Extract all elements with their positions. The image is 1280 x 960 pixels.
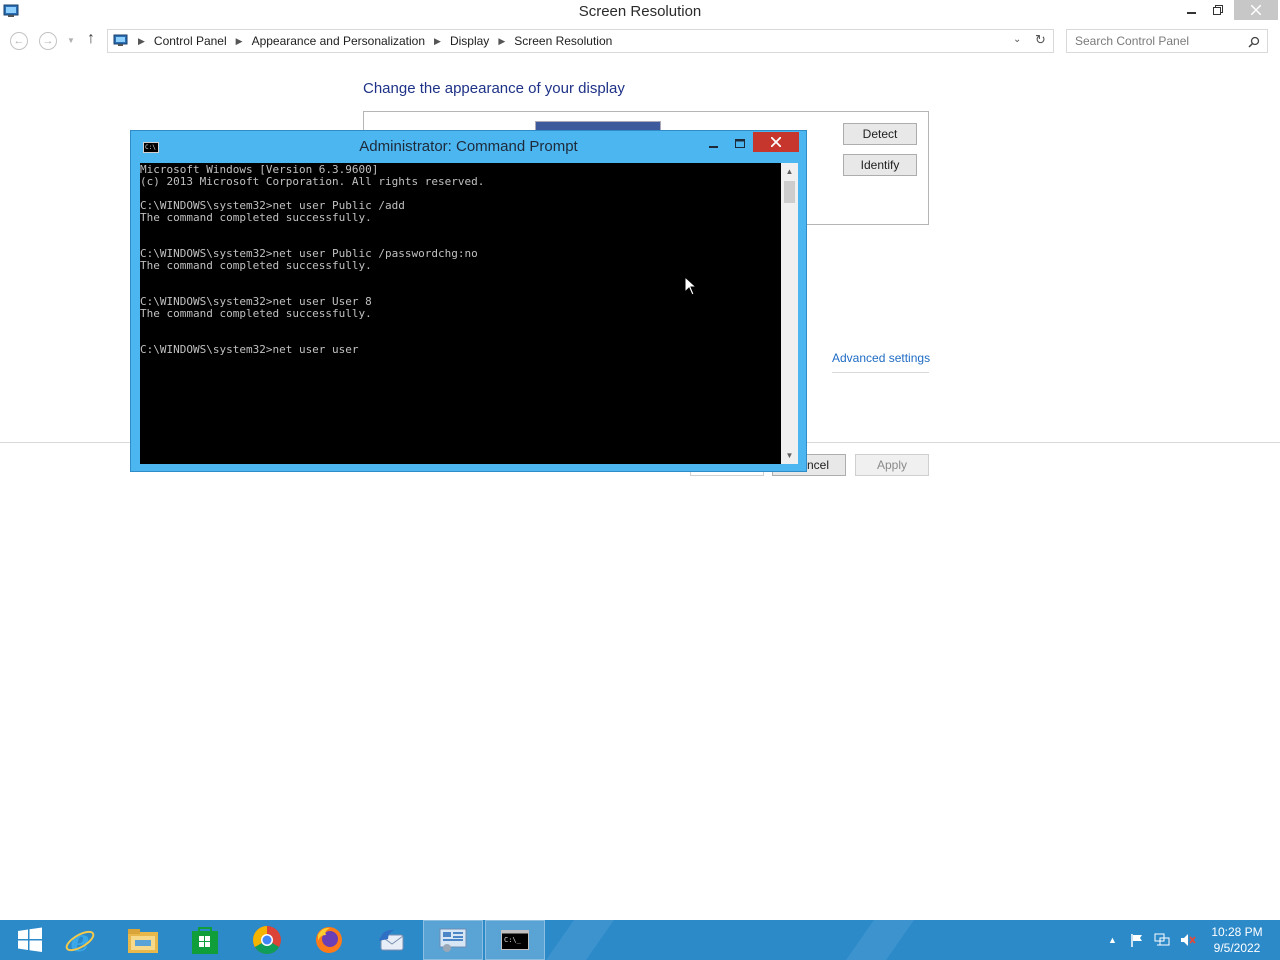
- taskbar: e C:\_ ▲ 10:28 PM 9/5/2022: [0, 920, 1280, 960]
- window-title: Screen Resolution: [578, 3, 702, 20]
- breadcrumb-separator-icon: ▶: [498, 35, 506, 46]
- chrome-icon: [253, 926, 281, 954]
- command-prompt-window[interactable]: C:\ Administrator: Command Prompt Micros…: [130, 130, 807, 472]
- apply-button[interactable]: Apply: [855, 454, 929, 476]
- system-tray: ▲: [1108, 920, 1197, 960]
- taskbar-file-explorer[interactable]: [113, 920, 173, 960]
- breadcrumb-display[interactable]: Display: [450, 34, 489, 48]
- divider: [832, 372, 929, 373]
- search-icon[interactable]: [1248, 36, 1260, 48]
- restore-icon: [1213, 5, 1223, 15]
- page-title: Change the appearance of your display: [363, 80, 625, 97]
- minimize-icon: [709, 146, 718, 148]
- window-titlebar: Screen Resolution: [0, 0, 1280, 24]
- taskbar-firefox[interactable]: [299, 920, 359, 960]
- clock-time: 10:28 PM: [1211, 925, 1263, 939]
- close-icon: [1251, 5, 1261, 15]
- taskbar-decoration: [545, 920, 615, 960]
- search-placeholder: Search Control Panel: [1075, 34, 1190, 48]
- command-prompt-icon: C:\_: [501, 930, 529, 950]
- up-arrow-icon[interactable]: ↑: [87, 30, 95, 48]
- identify-button[interactable]: Identify: [843, 154, 917, 176]
- console-line: (c) 2013 Microsoft Corporation. All righ…: [140, 175, 485, 188]
- minimize-button[interactable]: [1180, 0, 1204, 20]
- taskbar-store[interactable]: [175, 920, 235, 960]
- minimize-icon: [1187, 12, 1196, 14]
- cmd-minimize-button[interactable]: [705, 135, 723, 153]
- taskbar-internet-explorer[interactable]: e: [50, 920, 110, 960]
- taskbar-chrome[interactable]: [237, 920, 297, 960]
- restore-button[interactable]: [1206, 0, 1230, 20]
- forward-arrow-icon: →: [42, 35, 54, 47]
- cmd-close-button[interactable]: [753, 132, 799, 152]
- taskbar-decoration: [845, 920, 915, 960]
- taskbar-clock[interactable]: 10:28 PM 9/5/2022: [1200, 924, 1274, 956]
- control-panel-icon: [439, 928, 467, 952]
- detect-button[interactable]: Detect: [843, 123, 917, 145]
- search-input[interactable]: Search Control Panel: [1066, 29, 1268, 53]
- scroll-down-arrow-icon[interactable]: ▼: [784, 450, 795, 461]
- start-icon: [18, 927, 42, 952]
- action-center-flag-icon[interactable]: [1129, 932, 1145, 948]
- breadcrumb-separator-icon: ▶: [434, 35, 441, 46]
- store-icon: [192, 927, 218, 954]
- close-icon: [771, 137, 781, 147]
- taskbar-command-prompt[interactable]: C:\_: [485, 920, 545, 960]
- thunderbird-icon: [379, 929, 404, 951]
- cmd-maximize-button[interactable]: [731, 135, 749, 153]
- file-explorer-icon: [128, 929, 158, 953]
- breadcrumb-separator-icon: ▶: [235, 35, 243, 46]
- console-scrollbar[interactable]: ▲ ▼: [781, 163, 798, 464]
- console-prompt-line: C:\WINDOWS\system32>net user user: [140, 343, 359, 356]
- back-button[interactable]: ←: [10, 32, 28, 50]
- refresh-icon[interactable]: ↻: [1035, 32, 1046, 48]
- breadcrumb-separator-icon: ▶: [138, 35, 145, 46]
- advanced-settings-link[interactable]: Advanced settings: [832, 351, 930, 365]
- scrollbar-thumb[interactable]: [784, 181, 795, 203]
- taskbar-thunderbird[interactable]: [361, 920, 421, 960]
- console-output[interactable]: Microsoft Windows [Version 6.3.9600] (c)…: [140, 163, 781, 464]
- console-line: The command completed successfully.: [140, 307, 372, 320]
- maximize-icon: [734, 139, 745, 148]
- console-line: The command completed successfully.: [140, 259, 372, 272]
- control-panel-location-icon: [113, 34, 128, 46]
- forward-button[interactable]: →: [39, 32, 57, 50]
- taskbar-control-panel[interactable]: [423, 920, 483, 960]
- navigation-bar: ← → ▼ ↑ ▶ Control Panel ▶ Appearance and…: [0, 28, 1280, 54]
- breadcrumb-control-panel[interactable]: Control Panel: [154, 34, 227, 48]
- clock-date: 9/5/2022: [1213, 941, 1261, 955]
- close-button[interactable]: [1234, 0, 1278, 20]
- show-hidden-icons-chevron-icon[interactable]: ▲: [1108, 935, 1117, 945]
- recent-locations-chevron-icon[interactable]: ▼: [67, 36, 75, 45]
- address-bar[interactable]: ▶ Control Panel ▶ Appearance and Persona…: [107, 29, 1054, 53]
- breadcrumb-screen-resolution[interactable]: Screen Resolution: [514, 34, 612, 48]
- volume-muted-icon[interactable]: [1179, 932, 1197, 948]
- mouse-cursor-icon: [684, 276, 698, 296]
- breadcrumb-appearance[interactable]: Appearance and Personalization: [252, 34, 425, 48]
- scroll-up-arrow-icon[interactable]: ▲: [784, 166, 795, 177]
- back-arrow-icon: ←: [13, 35, 25, 47]
- firefox-icon: [316, 927, 342, 953]
- console-line: The command completed successfully.: [140, 211, 372, 224]
- network-icon[interactable]: [1153, 932, 1171, 948]
- svg-text:C:\_: C:\_: [504, 936, 522, 944]
- internet-explorer-icon: e: [65, 924, 95, 956]
- svg-text:e: e: [70, 924, 89, 956]
- address-dropdown-chevron-icon[interactable]: ⌄: [1013, 34, 1021, 45]
